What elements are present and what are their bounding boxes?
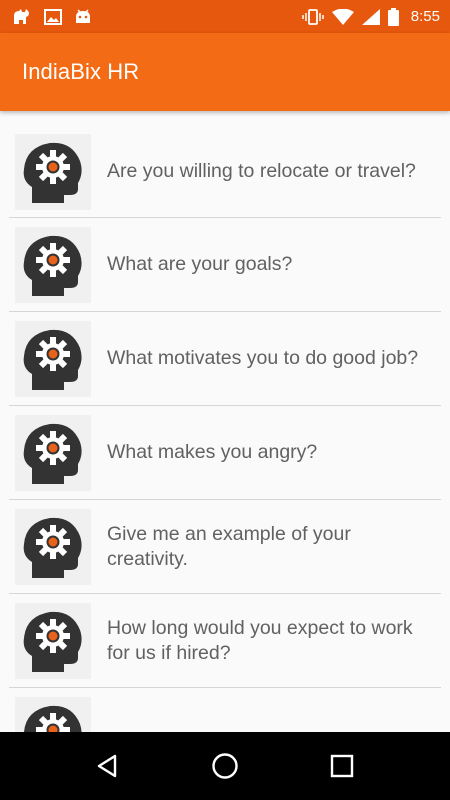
- cat-icon: [12, 8, 32, 26]
- head-gear-icon: [15, 414, 91, 491]
- nav-bar: [0, 732, 450, 800]
- head-gear-icon: [15, 602, 91, 679]
- recents-icon: [330, 754, 353, 778]
- question-text: What makes you angry?: [107, 441, 318, 463]
- home-icon: [212, 753, 238, 779]
- signal-icon: [361, 8, 380, 25]
- wifi-icon: [331, 8, 354, 25]
- head-gear-icon: [15, 133, 91, 210]
- head-gear-icon: [15, 508, 91, 585]
- question-text: What motivates you to do good job?: [107, 347, 419, 369]
- list-item[interactable]: Give me an example of your creativity.: [9, 500, 441, 594]
- status-bar: 8:55: [0, 0, 450, 33]
- question-text: Give me an example of your creativity.: [107, 522, 351, 570]
- list-item[interactable]: What are your goals?: [9, 218, 441, 312]
- list-item[interactable]: What motivates you to do good job?: [9, 312, 441, 406]
- app-title: IndiaBix HR: [22, 59, 140, 84]
- vibrate-icon: [302, 8, 324, 25]
- home-button[interactable]: [205, 746, 245, 786]
- list-item[interactable]: [9, 688, 441, 732]
- status-time: 8:55: [410, 8, 440, 25]
- question-text: What are your goals?: [107, 253, 293, 275]
- image-icon: [44, 8, 62, 25]
- head-gear-icon: [15, 226, 91, 303]
- list-item[interactable]: What makes you angry?: [9, 406, 441, 500]
- android-icon: [74, 9, 92, 25]
- back-icon: [98, 754, 117, 778]
- back-button[interactable]: [88, 746, 128, 786]
- app-bar: IndiaBix HR: [0, 33, 450, 111]
- battery-icon: [387, 7, 399, 26]
- head-gear-icon: [15, 696, 91, 732]
- question-text: Are you willing to relocate or travel?: [107, 160, 416, 182]
- list-item[interactable]: How long would you expect to work for us…: [9, 594, 441, 688]
- question-list[interactable]: Are you willing to relocate or travel? W…: [0, 111, 450, 732]
- head-gear-icon: [15, 320, 91, 397]
- question-text: How long would you expect to work for us…: [107, 616, 413, 664]
- recents-button[interactable]: [322, 746, 362, 786]
- list-item[interactable]: Are you willing to relocate or travel?: [9, 126, 441, 218]
